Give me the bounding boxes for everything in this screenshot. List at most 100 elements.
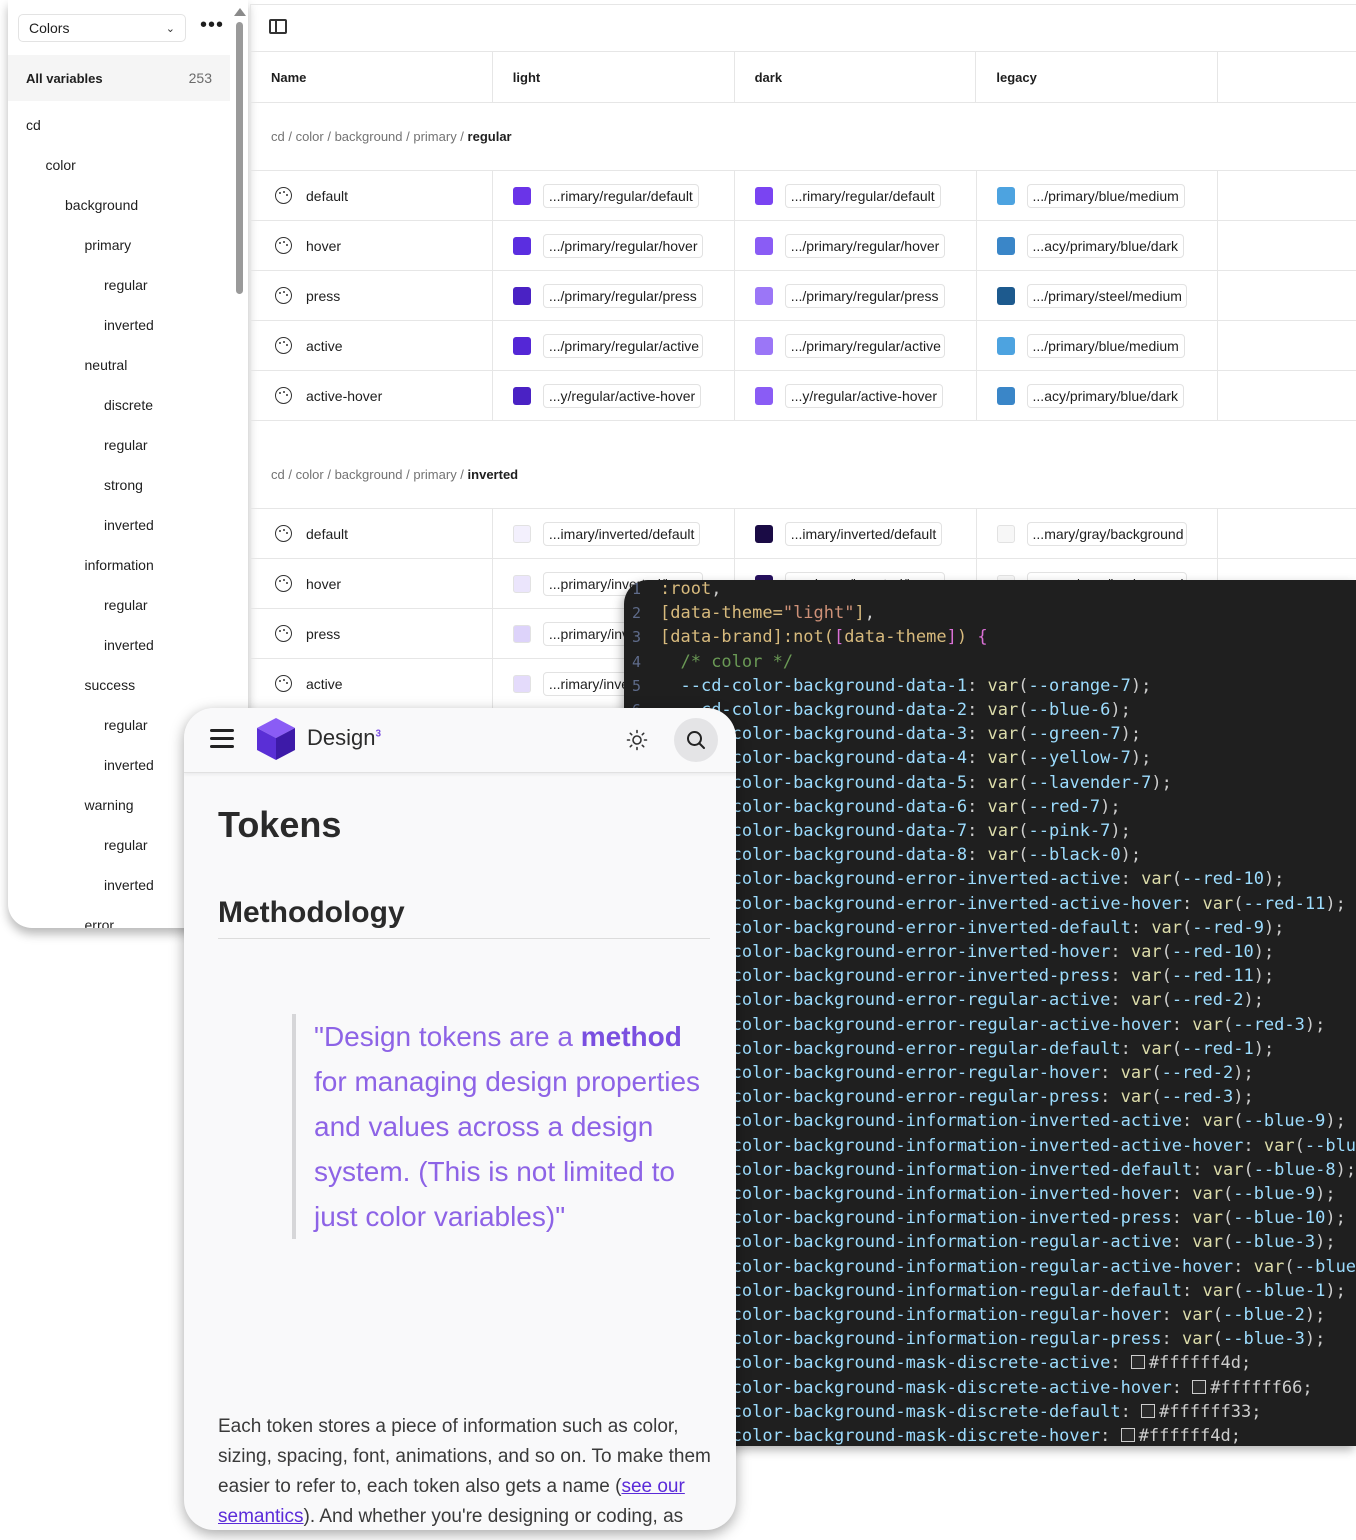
code-line[interactable]: 1:root, xyxy=(624,580,721,601)
alias-pill[interactable]: ...y/regular/active-hover xyxy=(784,383,943,408)
color-swatch[interactable] xyxy=(512,674,531,693)
variable-row[interactable]: active-hover ...y/regular/active-hover...… xyxy=(251,371,1356,421)
color-swatch[interactable] xyxy=(754,524,773,543)
alias-pill[interactable]: ...acy/primary/blue/dark xyxy=(1026,383,1185,408)
light-value-cell[interactable]: .../primary/regular/hover xyxy=(493,221,735,270)
variable-row[interactable]: hover .../primary/regular/hover .../primar… xyxy=(251,221,1356,271)
column-header-legacy[interactable]: legacy xyxy=(976,52,1219,102)
tree-item-neutral[interactable]: neutral xyxy=(8,345,230,385)
variable-name-cell[interactable]: active xyxy=(251,659,493,708)
tree-item-strong[interactable]: strong xyxy=(8,465,230,505)
code-line[interactable]: 4 /* color */ xyxy=(624,650,793,674)
column-header-light[interactable]: light xyxy=(493,52,735,102)
variable-name-cell[interactable]: default xyxy=(251,171,493,220)
alias-pill[interactable]: .../primary/regular/active xyxy=(784,333,945,358)
alias-pill[interactable]: .../primary/steel/medium xyxy=(1026,283,1187,308)
legacy-value-cell[interactable]: .../primary/blue/medium xyxy=(977,321,1219,370)
menu-icon[interactable] xyxy=(210,729,234,749)
light-value-cell[interactable]: ...y/regular/active-hover xyxy=(493,371,735,420)
color-swatch[interactable] xyxy=(512,524,531,543)
alias-pill[interactable]: .../primary/regular/press xyxy=(784,283,945,308)
tree-item-discrete[interactable]: discrete xyxy=(8,385,230,425)
search-button[interactable] xyxy=(674,718,718,762)
scroll-up-arrow-icon[interactable] xyxy=(234,8,246,16)
color-preview-swatch[interactable] xyxy=(1141,1403,1156,1418)
toggle-sidebar-icon[interactable] xyxy=(269,19,287,34)
theme-toggle-sun-icon[interactable] xyxy=(626,729,648,751)
variable-name-cell[interactable]: hover xyxy=(251,559,493,608)
color-swatch[interactable] xyxy=(754,236,773,255)
color-swatch[interactable] xyxy=(996,286,1015,305)
all-variables-item[interactable]: All variables 253 xyxy=(8,55,230,101)
color-preview-swatch[interactable] xyxy=(1120,1428,1135,1442)
variable-name-cell[interactable]: default xyxy=(251,509,493,558)
legacy-value-cell[interactable]: .../primary/steel/medium xyxy=(977,271,1219,320)
tree-item-success[interactable]: success xyxy=(8,665,230,705)
tree-item-cd[interactable]: cd xyxy=(8,105,230,145)
alias-pill[interactable]: ...imary/inverted/default xyxy=(542,521,701,546)
code-line[interactable]: 2 [data-theme="light"], xyxy=(624,601,875,625)
design3-cube-logo-icon[interactable] xyxy=(254,716,298,762)
color-swatch[interactable] xyxy=(512,236,531,255)
legacy-value-cell[interactable]: ...mary/gray/background xyxy=(977,509,1219,558)
alias-pill[interactable]: .../primary/regular/hover xyxy=(542,233,703,258)
sidebar-scrollbar[interactable] xyxy=(236,22,243,294)
alias-pill[interactable]: ...y/regular/active-hover xyxy=(542,383,702,408)
alias-pill[interactable]: .../primary/regular/active xyxy=(542,333,703,358)
variable-row[interactable]: default ...imary/inverted/default ...imary… xyxy=(251,509,1356,559)
variable-name-cell[interactable]: press xyxy=(251,271,493,320)
tree-item-regular[interactable]: regular xyxy=(8,265,230,305)
code-line[interactable]: 3 [data-brand]:not([data-theme]) { xyxy=(624,625,988,649)
color-swatch[interactable] xyxy=(996,524,1015,543)
code-line[interactable]: 5 --cd-color-background-data-1: var(--or… xyxy=(624,674,1151,698)
legacy-value-cell[interactable]: .../primary/blue/medium xyxy=(977,171,1219,220)
tree-item-color[interactable]: color xyxy=(8,145,230,185)
collection-select[interactable]: Colors ⌄ xyxy=(18,14,186,42)
variable-row[interactable]: default ...rimary/regular/default ...rimar… xyxy=(251,171,1356,221)
variable-name-cell[interactable]: active-hover xyxy=(251,371,493,420)
color-preview-swatch[interactable] xyxy=(1130,1355,1145,1370)
dark-value-cell[interactable]: .../primary/regular/press xyxy=(735,271,977,320)
tree-item-inverted[interactable]: inverted xyxy=(8,305,230,345)
light-value-cell[interactable]: .../primary/regular/press xyxy=(493,271,735,320)
alias-pill[interactable]: ...acy/primary/blue/dark xyxy=(1026,233,1185,258)
variable-row[interactable]: active .../primary/regular/active .../prim… xyxy=(251,321,1356,371)
light-value-cell[interactable]: ...rimary/regular/default xyxy=(493,171,735,220)
color-swatch[interactable] xyxy=(512,574,531,593)
color-preview-swatch[interactable] xyxy=(1192,1379,1207,1394)
color-swatch[interactable] xyxy=(996,186,1015,205)
color-swatch[interactable] xyxy=(996,386,1015,405)
color-swatch[interactable] xyxy=(754,386,773,405)
alias-pill[interactable]: ...mary/gray/background xyxy=(1026,521,1187,546)
brand-name[interactable]: Design3 xyxy=(307,725,381,751)
color-swatch[interactable] xyxy=(754,186,773,205)
color-swatch[interactable] xyxy=(754,336,773,355)
light-value-cell[interactable]: .../primary/regular/active xyxy=(493,321,735,370)
dark-value-cell[interactable]: ...rimary/regular/default xyxy=(735,171,977,220)
dark-value-cell[interactable]: .../primary/regular/hover xyxy=(735,221,977,270)
tree-item-primary[interactable]: primary xyxy=(8,225,230,265)
legacy-value-cell[interactable]: ...acy/primary/blue/dark xyxy=(977,371,1219,420)
light-value-cell[interactable]: ...imary/inverted/default xyxy=(493,509,735,558)
tree-item-regular[interactable]: regular xyxy=(8,425,230,465)
alias-pill[interactable]: .../primary/blue/medium xyxy=(1026,333,1185,358)
tree-item-regular[interactable]: regular xyxy=(8,585,230,625)
dark-value-cell[interactable]: ...y/regular/active-hover xyxy=(735,371,977,420)
color-swatch[interactable] xyxy=(512,624,531,643)
alias-pill[interactable]: .../primary/regular/press xyxy=(542,283,703,308)
tree-item-background[interactable]: background xyxy=(8,185,230,225)
color-swatch[interactable] xyxy=(996,336,1015,355)
dark-value-cell[interactable]: .../primary/regular/active xyxy=(735,321,977,370)
color-swatch[interactable] xyxy=(754,286,773,305)
color-swatch[interactable] xyxy=(512,386,531,405)
column-header-dark[interactable]: dark xyxy=(735,52,977,102)
tree-item-inverted[interactable]: inverted xyxy=(8,625,230,665)
dark-value-cell[interactable]: ...imary/inverted/default xyxy=(735,509,977,558)
color-swatch[interactable] xyxy=(512,336,531,355)
alias-pill[interactable]: .../primary/blue/medium xyxy=(1026,183,1185,208)
tree-item-inverted[interactable]: inverted xyxy=(8,505,230,545)
variable-name-cell[interactable]: press xyxy=(251,609,493,658)
alias-pill[interactable]: ...rimary/regular/default xyxy=(784,183,941,208)
variable-name-cell[interactable]: active xyxy=(251,321,493,370)
color-swatch[interactable] xyxy=(512,186,531,205)
